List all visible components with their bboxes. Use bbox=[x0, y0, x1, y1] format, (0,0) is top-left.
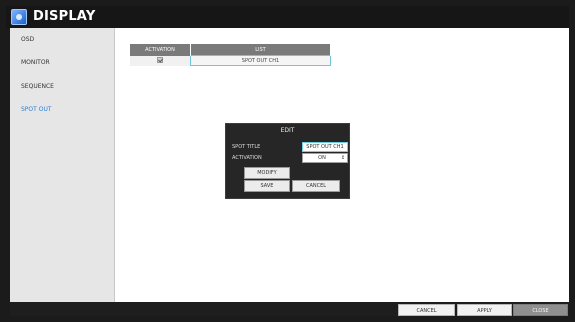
app-window: DISPLAY OSD MONITOR SEQUENCE SPOT OUT AC… bbox=[0, 0, 575, 322]
apply-button[interactable]: APPLY bbox=[457, 304, 512, 316]
window-title: DISPLAY bbox=[33, 9, 96, 24]
sidebar-item-sequence[interactable]: SEQUENCE bbox=[21, 83, 54, 91]
updown-arrow-icon: ↕ bbox=[340, 155, 345, 161]
spot-out-table: ACTIVATION LIST SPOT OUT CH1 bbox=[130, 44, 331, 66]
title-bar: DISPLAY bbox=[6, 6, 569, 28]
column-header-activation: ACTIVATION bbox=[130, 44, 191, 56]
activation-label: ACTIVATION bbox=[232, 155, 262, 161]
sidebar-item-monitor[interactable]: MONITOR bbox=[21, 59, 50, 67]
column-header-list: LIST bbox=[190, 44, 331, 56]
cancel-button[interactable]: CANCEL bbox=[292, 180, 340, 192]
edit-dialog: EDIT SPOT TITLE SPOT OUT CH1 ACTIVATION … bbox=[225, 123, 350, 199]
dialog-title: EDIT bbox=[280, 127, 295, 134]
activation-cell[interactable] bbox=[130, 56, 191, 66]
list-cell[interactable]: SPOT OUT CH1 bbox=[190, 55, 331, 66]
table-row[interactable]: SPOT OUT CH1 bbox=[130, 55, 331, 66]
sidebar: OSD MONITOR SEQUENCE SPOT OUT bbox=[10, 28, 115, 302]
activation-select-value: ON bbox=[318, 155, 326, 161]
modify-button[interactable]: MODIFY bbox=[244, 167, 290, 179]
activation-checkbox[interactable] bbox=[157, 57, 163, 64]
activation-select[interactable]: ON ↕ bbox=[302, 153, 348, 163]
save-button[interactable]: SAVE bbox=[244, 180, 290, 192]
sidebar-item-osd[interactable]: OSD bbox=[21, 36, 34, 44]
footer-cancel-button[interactable]: CANCEL bbox=[398, 304, 455, 316]
display-icon bbox=[11, 9, 27, 25]
close-button[interactable]: CLOSE bbox=[513, 304, 568, 316]
spot-title-input[interactable]: SPOT OUT CH1 bbox=[302, 142, 348, 152]
sidebar-item-spot-out[interactable]: SPOT OUT bbox=[21, 106, 52, 114]
spot-title-label: SPOT TITLE bbox=[232, 144, 261, 150]
